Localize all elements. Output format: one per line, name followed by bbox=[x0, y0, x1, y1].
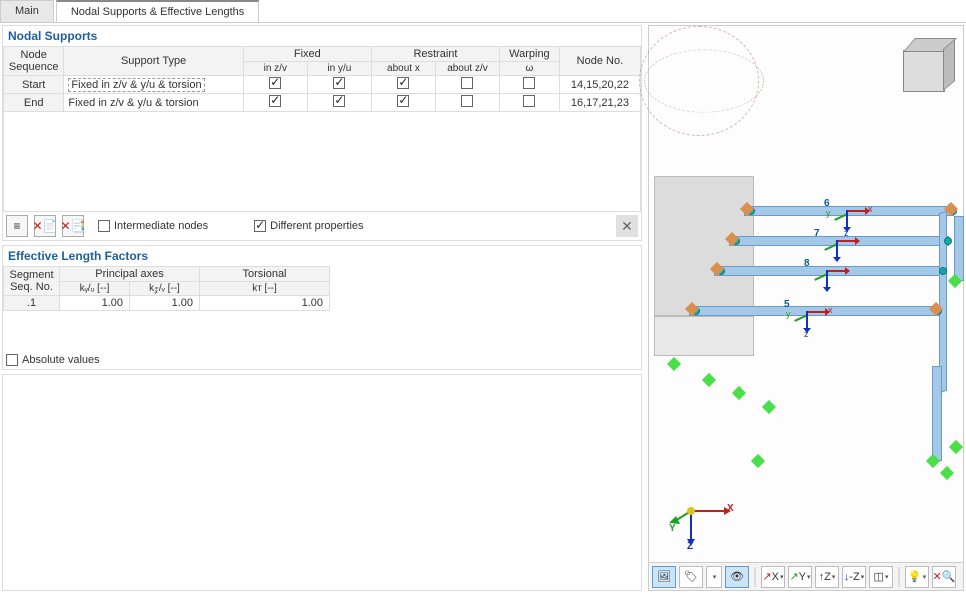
col-restraint: Restraint bbox=[371, 47, 499, 62]
check-ax-end[interactable] bbox=[397, 95, 409, 107]
col-kt: kᴛ [--] bbox=[200, 282, 330, 296]
cell-seg: .1 bbox=[4, 296, 60, 311]
col-kyu: kᵧ/ᵤ [--] bbox=[60, 282, 130, 296]
cell-nodes-end: 16,17,21,23 bbox=[559, 94, 640, 112]
visibility-button[interactable]: 👁 bbox=[725, 566, 749, 588]
col-about-x: about x bbox=[371, 62, 435, 76]
tab-bar: Main Nodal Supports & Effective Lengths bbox=[0, 0, 966, 23]
checkbox-icon bbox=[254, 220, 266, 232]
axis-label-x: X bbox=[727, 503, 734, 514]
member-label-8: 8 bbox=[804, 258, 810, 269]
iso-view-button[interactable]: ◫ bbox=[869, 566, 893, 588]
zoom-button[interactable]: ✕🔍 bbox=[932, 566, 956, 588]
tab-main[interactable]: Main bbox=[0, 0, 54, 22]
col-node-no: Node No. bbox=[559, 47, 640, 76]
check-w-start[interactable] bbox=[523, 77, 535, 89]
label-button[interactable]: 🏷 bbox=[679, 566, 703, 588]
effective-length-table: Segment Seq. No. Principal axes Torsiona… bbox=[3, 266, 641, 351]
col-torsional: Torsional bbox=[200, 267, 330, 282]
axis-y-button[interactable]: ↗Y bbox=[788, 566, 812, 588]
effective-length-section: Effective Length Factors Segment Seq. No… bbox=[2, 245, 642, 370]
check-zv-start[interactable] bbox=[269, 77, 281, 89]
check-yu-end[interactable] bbox=[333, 95, 345, 107]
col-in-zv: in z/v bbox=[243, 62, 307, 76]
viewport-toolbar: 🖼 🏷 👁 ↗X ↗Y ↑Z ↓-Z ◫ 💡 ✕🔍 bbox=[649, 562, 963, 590]
check-azv-start[interactable] bbox=[461, 77, 473, 89]
check-zv-end[interactable] bbox=[269, 95, 281, 107]
axis-legend: X Y Z bbox=[669, 481, 739, 554]
cell-nodes-start: 14,15,20,22 bbox=[559, 76, 640, 94]
axis-x-button[interactable]: ↗X bbox=[761, 566, 785, 588]
tab-nodal-supports[interactable]: Nodal Supports & Effective Lengths bbox=[56, 0, 259, 22]
table-row[interactable]: .1 1.00 1.00 1.00 bbox=[4, 296, 642, 311]
nodal-supports-toolbar: ≡ ✕📄 ✕📑 Intermediate nodes Different pro… bbox=[3, 212, 641, 240]
table-row[interactable]: End Fixed in z/v & y/u & torsion 16,17,2… bbox=[4, 94, 641, 112]
structure-model: 6 7 8 5 x y z x y z bbox=[659, 156, 953, 416]
axis-z-button[interactable]: ↑Z bbox=[815, 566, 839, 588]
view-mode-button[interactable]: 🖼 bbox=[652, 566, 676, 588]
cell-kt[interactable]: 1.00 bbox=[200, 296, 330, 311]
col-about-zv: about z/v bbox=[435, 62, 499, 76]
col-node-seq: Node Sequence bbox=[4, 47, 64, 76]
col-warping: Warping bbox=[500, 47, 560, 62]
nodal-supports-title: Nodal Supports bbox=[3, 26, 641, 46]
cell-kyu[interactable]: 1.00 bbox=[60, 296, 130, 311]
checkbox-icon bbox=[98, 220, 110, 232]
close-button[interactable]: ✕ bbox=[616, 215, 638, 237]
col-kzv: k𝓏/ᵥ [--] bbox=[130, 282, 200, 296]
check-azv-end[interactable] bbox=[461, 95, 473, 107]
check-ax-start[interactable] bbox=[397, 77, 409, 89]
col-principal: Principal axes bbox=[60, 267, 200, 282]
delete-row-button[interactable]: ✕📄 bbox=[34, 215, 56, 237]
col-support-type: Support Type bbox=[64, 47, 243, 76]
delete-all-button[interactable]: ✕📑 bbox=[62, 215, 84, 237]
col-omega: ω bbox=[500, 62, 560, 76]
edit-button[interactable]: ≡ bbox=[6, 215, 28, 237]
col-fixed: Fixed bbox=[243, 47, 371, 62]
axis-label-z: Z bbox=[687, 541, 693, 552]
cell-type-end[interactable]: Fixed in z/v & y/u & torsion bbox=[64, 94, 243, 112]
member-label-7: 7 bbox=[814, 228, 820, 239]
intermediate-nodes-checkbox[interactable]: Intermediate nodes bbox=[98, 220, 208, 232]
axis-label-y: Y bbox=[669, 523, 676, 534]
cell-type-start[interactable]: Fixed in z/v & y/u & torsion bbox=[64, 76, 243, 94]
col-seg-seq: Segment Seq. No. bbox=[4, 267, 60, 296]
effective-length-title: Effective Length Factors bbox=[3, 246, 641, 266]
lighting-button[interactable]: 💡 bbox=[905, 566, 929, 588]
cell-seq-start: Start bbox=[4, 76, 64, 94]
table-row[interactable]: Start Fixed in z/v & y/u & torsion 14,15… bbox=[4, 76, 641, 94]
check-w-end[interactable] bbox=[523, 95, 535, 107]
checkbox-icon bbox=[6, 354, 18, 366]
cell-seq-end: End bbox=[4, 94, 64, 112]
col-in-yu: in y/u bbox=[307, 62, 371, 76]
check-yu-start[interactable] bbox=[333, 77, 345, 89]
nodal-supports-table: Node Sequence Support Type Fixed Restrai… bbox=[3, 46, 641, 212]
nodal-supports-section: Nodal Supports Node Sequence Support Typ… bbox=[2, 25, 642, 241]
empty-panel bbox=[2, 374, 642, 592]
absolute-values-checkbox[interactable]: Absolute values bbox=[6, 354, 100, 366]
axis-nz-button[interactable]: ↓-Z bbox=[842, 566, 866, 588]
viewport-3d[interactable]: 6 7 8 5 x y z x y z bbox=[648, 25, 964, 591]
nav-cube[interactable] bbox=[893, 36, 953, 96]
different-properties-checkbox[interactable]: Different properties bbox=[254, 220, 363, 232]
dropdown-button[interactable] bbox=[706, 566, 722, 588]
cell-kzv[interactable]: 1.00 bbox=[130, 296, 200, 311]
